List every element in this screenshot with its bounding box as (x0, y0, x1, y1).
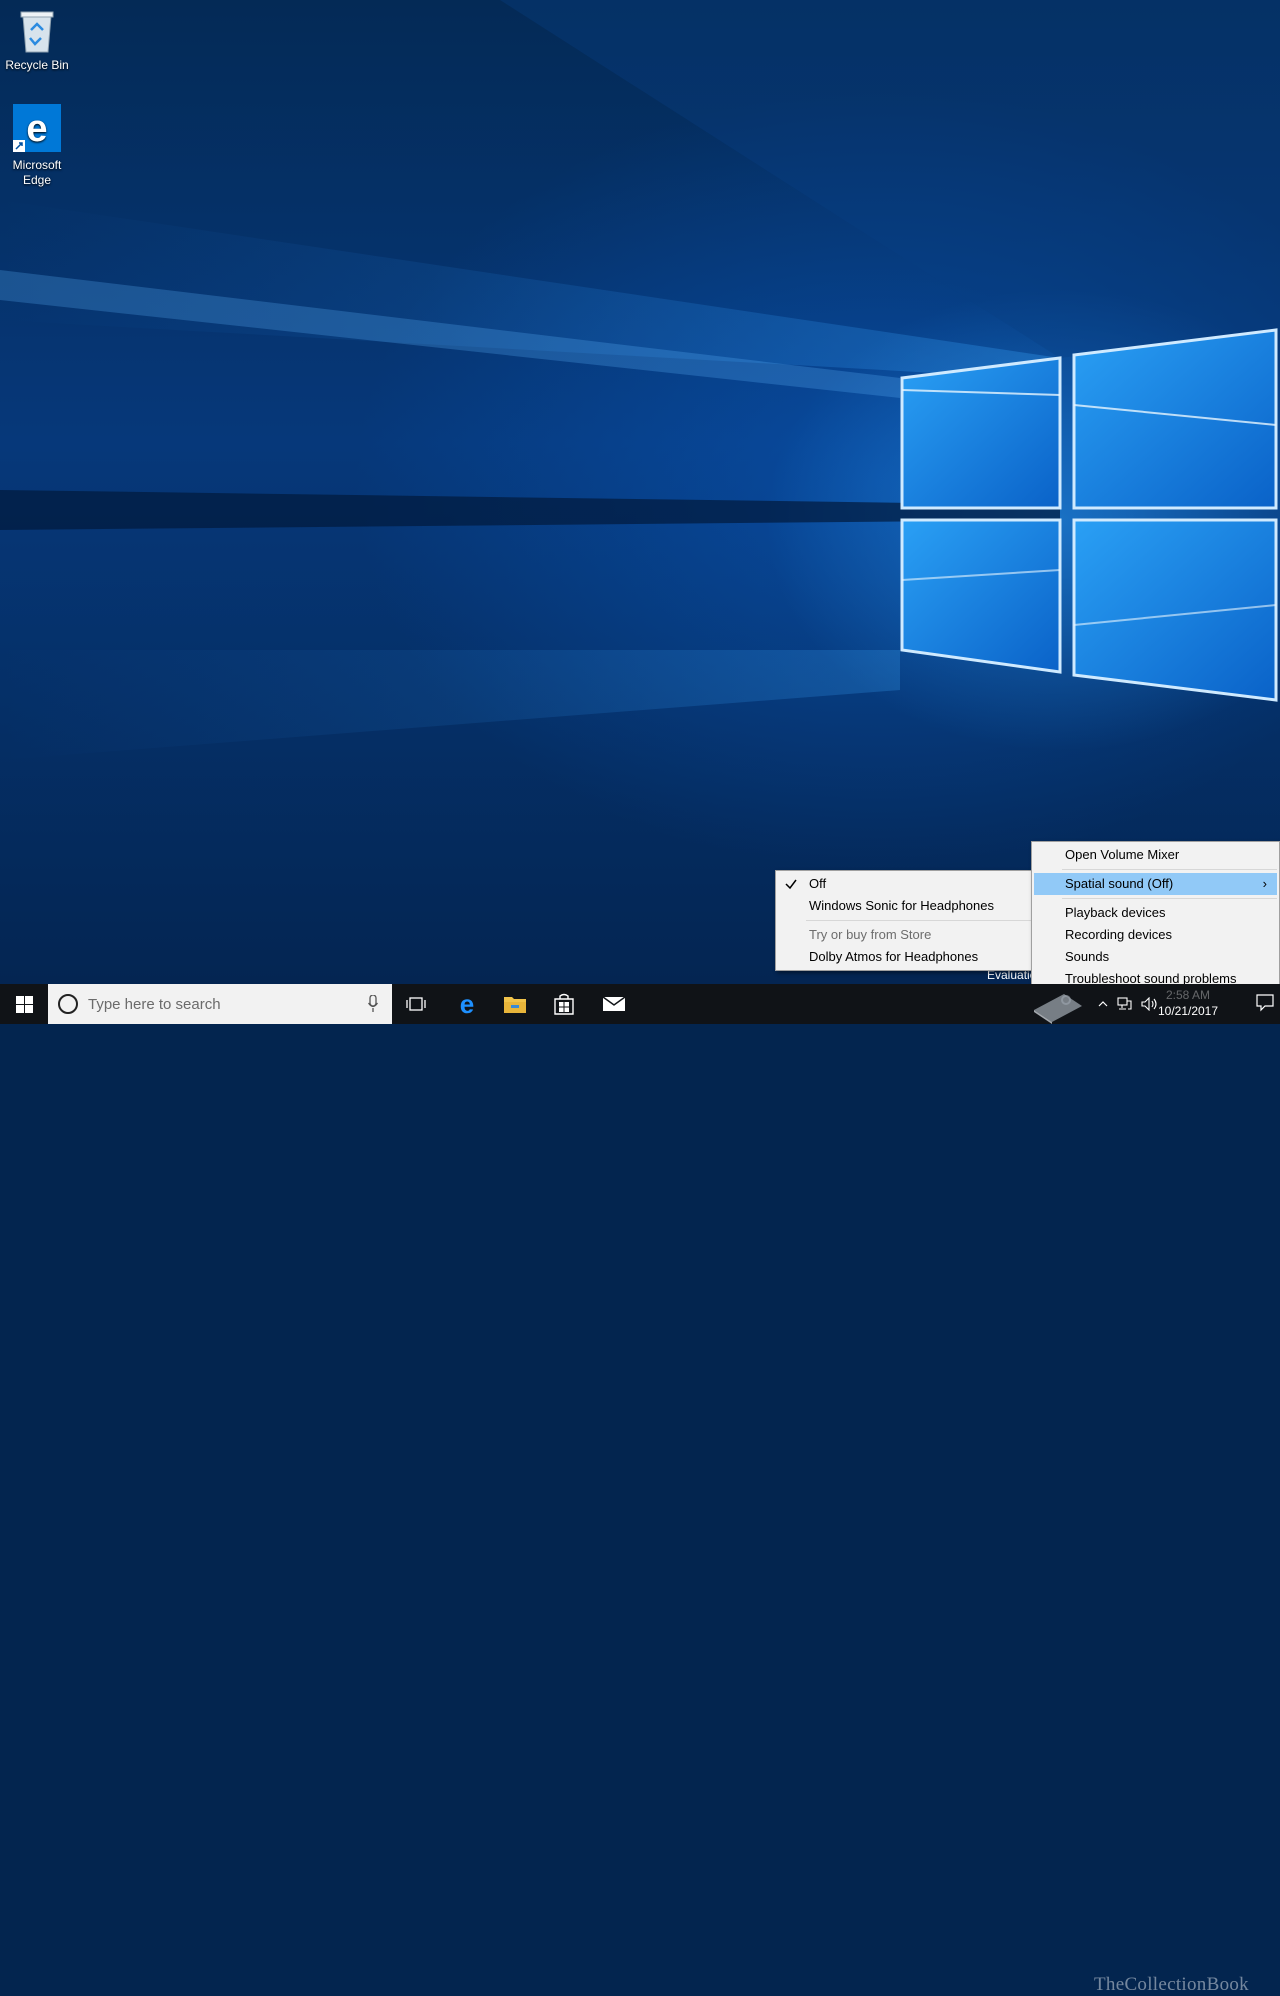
edge-icon: e (460, 992, 474, 1016)
menu-item-sounds[interactable]: Sounds (1032, 946, 1279, 968)
menu-separator (806, 920, 1031, 921)
start-button[interactable] (0, 984, 48, 1024)
desktop-icon-edge[interactable]: e Microsoft Edge (2, 104, 72, 188)
taskbar-edge-button[interactable]: e (443, 984, 491, 1024)
network-icon (1117, 997, 1132, 1010)
menu-item-open-volume-mixer[interactable]: Open Volume Mixer (1032, 844, 1279, 866)
cortana-icon (58, 994, 78, 1014)
menu-item-recording-devices[interactable]: Recording devices (1032, 924, 1279, 946)
svg-text:e: e (26, 108, 47, 150)
chevron-up-icon (1098, 1001, 1108, 1007)
submenu-arrow-icon: › (1262, 876, 1267, 891)
clock[interactable]: 2:58 AM 10/21/2017 (1148, 987, 1228, 1019)
taskbar-file-explorer-button[interactable] (491, 984, 539, 1024)
watermark-text: TheCollectionBook (1094, 1974, 1249, 1995)
network-tray-button[interactable] (1114, 984, 1136, 1024)
menu-item-label: Windows Sonic for Headphones (809, 898, 994, 913)
edge-icon: e (13, 104, 61, 152)
menu-item-playback-devices[interactable]: Playback devices (1032, 902, 1279, 924)
volume-context-menu: Open Volume Mixer Spatial sound (Off) › … (1031, 841, 1280, 993)
wallpaper (0, 0, 1280, 760)
menu-item-off[interactable]: Off (776, 873, 1033, 895)
desktop[interactable]: Recycle Bin e Microsoft Edge Evaluatio (0, 0, 1280, 984)
search-placeholder: Type here to search (88, 995, 221, 1013)
clock-time: 2:58 AM (1165, 988, 1211, 1002)
watermark-book-icon (1034, 994, 1082, 1024)
task-view-icon (406, 997, 426, 1011)
desktop-icon-label: Microsoft Edge (12, 158, 62, 187)
desktop-icon-label: Recycle Bin (5, 58, 69, 72)
menu-separator (1062, 898, 1277, 899)
menu-item-dolby-atmos[interactable]: Dolby Atmos for Headphones (776, 946, 1033, 968)
menu-item-label: Recording devices (1065, 927, 1172, 942)
store-icon (554, 993, 574, 1015)
action-center-button[interactable] (1256, 994, 1274, 1017)
mail-icon (602, 996, 626, 1011)
menu-item-label: Dolby Atmos for Headphones (809, 949, 979, 964)
search-box[interactable]: Type here to search (48, 984, 392, 1024)
menu-item-try-or-buy: Try or buy from Store (776, 924, 1033, 946)
clock-date: 10/21/2017 (1157, 1004, 1219, 1018)
menu-item-label: Off (809, 876, 827, 891)
notification-icon (1256, 994, 1274, 1012)
menu-item-label: Open Volume Mixer (1065, 847, 1180, 862)
show-hidden-icons-button[interactable] (1094, 984, 1112, 1024)
taskbar-store-button[interactable] (540, 984, 588, 1024)
checkmark-icon (785, 879, 797, 890)
menu-item-label: Spatial sound (Off) (1065, 876, 1174, 891)
menu-item-windows-sonic[interactable]: Windows Sonic for Headphones (776, 895, 1033, 917)
file-explorer-icon (504, 997, 526, 1013)
svg-text:e: e (460, 992, 474, 1016)
spatial-sound-submenu: Off Windows Sonic for Headphones Try or … (775, 870, 1034, 971)
taskbar-mail-button[interactable] (590, 984, 638, 1024)
menu-separator (1062, 869, 1277, 870)
desktop-icon-recycle-bin[interactable]: Recycle Bin (2, 8, 72, 73)
task-view-button[interactable] (392, 984, 440, 1024)
menu-item-label: Playback devices (1065, 905, 1166, 920)
windows-logo-icon (15, 995, 33, 1013)
recycle-bin-icon (20, 11, 54, 53)
microphone-icon[interactable] (368, 995, 378, 1013)
taskbar: Type here to search e TheCollectionBook … (0, 984, 1280, 1995)
menu-item-label: Sounds (1065, 949, 1110, 964)
menu-item-label: Try or buy from Store (809, 927, 932, 942)
menu-item-spatial-sound[interactable]: Spatial sound (Off) › (1034, 873, 1277, 895)
